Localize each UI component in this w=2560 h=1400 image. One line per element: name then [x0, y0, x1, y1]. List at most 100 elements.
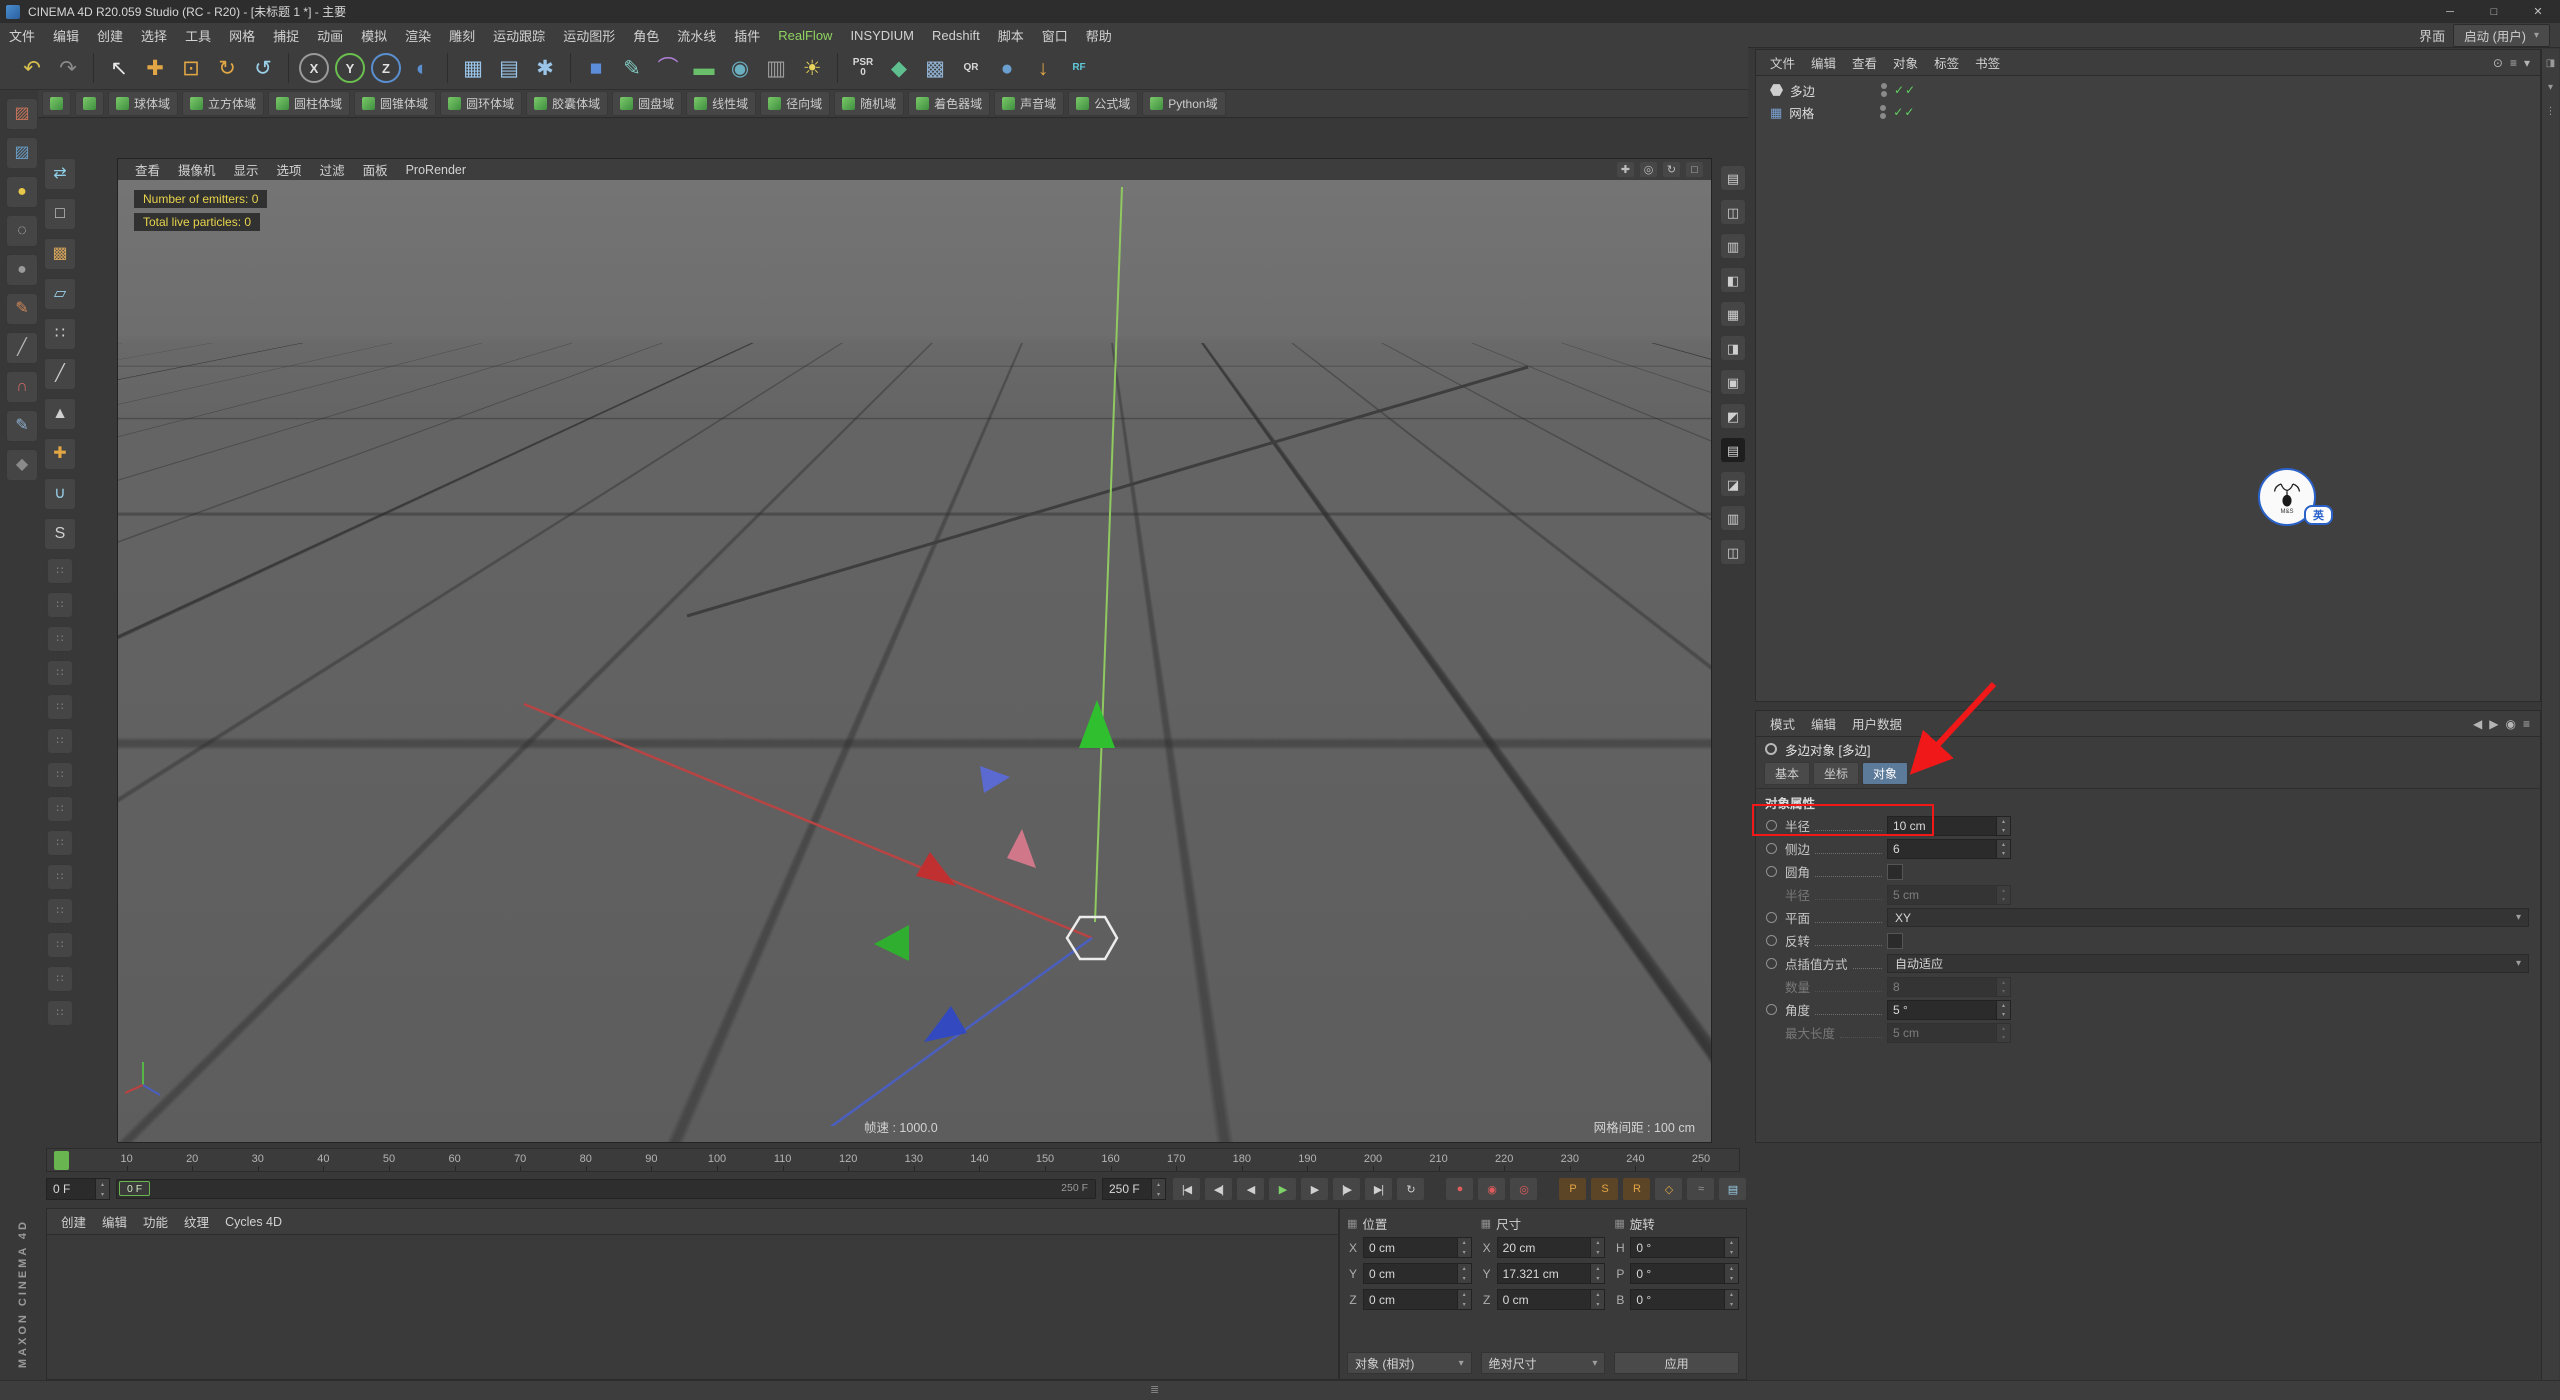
record-rotation-toggle[interactable]: R — [1622, 1177, 1651, 1201]
light-icon[interactable]: ☀ — [794, 50, 830, 86]
edge-tab-icon-2[interactable]: ▾ — [2544, 81, 2558, 95]
stepper-up-icon[interactable]: ▴ — [1591, 1264, 1605, 1274]
right-dock-icon-3[interactable]: ▥ — [1720, 233, 1746, 259]
field-button-sound[interactable]: 声音域 — [994, 91, 1065, 116]
minimize-button[interactable]: ─ — [2428, 0, 2472, 23]
am-menu-item-1[interactable]: 模式 — [1762, 713, 1803, 734]
stepper-up-icon[interactable]: ▴ — [1725, 1290, 1739, 1300]
palette-slot-7[interactable]: ∷ — [47, 762, 73, 788]
scale-tool-icon[interactable]: ⊡ — [173, 50, 209, 86]
om-menu-item-6[interactable]: 书签 — [1967, 52, 2008, 73]
loop-playback-button[interactable]: ↻ — [1396, 1177, 1425, 1201]
render-view-icon[interactable]: ▦ — [455, 50, 491, 86]
coordinate-system-icon[interactable]: ◐ — [404, 50, 440, 86]
om-filter-icon[interactable]: ≡ — [2510, 56, 2517, 70]
next-frame-button[interactable]: ▶ — [1300, 1177, 1329, 1201]
maximize-button[interactable]: □ — [2472, 0, 2516, 23]
field-button-python[interactable]: Python域 — [1142, 91, 1226, 116]
record-scale-toggle[interactable]: S — [1590, 1177, 1619, 1201]
menu-item-16[interactable]: 插件 — [725, 24, 769, 47]
keyframe-selection-button[interactable]: ◎ — [1509, 1177, 1538, 1201]
stepper-up-icon[interactable]: ▴ — [1997, 839, 2010, 849]
menu-item-11[interactable]: 雕刻 — [440, 24, 484, 47]
camera-icon[interactable]: ◉ — [722, 50, 758, 86]
right-dock-icon-12[interactable]: ◫ — [1720, 539, 1746, 565]
rotation-h-field[interactable]: 0 ° ▴ ▾ — [1630, 1237, 1740, 1258]
menu-item-10[interactable]: 渲染 — [396, 24, 440, 47]
lock-z-axis-icon[interactable]: Z — [371, 53, 401, 83]
material-menu-item-1[interactable]: 创建 — [53, 1211, 94, 1232]
stepper-up-icon[interactable]: ▴ — [1725, 1238, 1739, 1248]
zoom-view-icon[interactable]: ◎ — [1640, 162, 1657, 177]
enable-check-icon[interactable]: ✓✓ — [1893, 105, 1915, 119]
size-z-field[interactable]: 0 cm ▴ ▾ — [1496, 1289, 1606, 1310]
autokey-button[interactable]: ◉ — [1477, 1177, 1506, 1201]
stepper-down-icon[interactable]: ▾ — [1997, 848, 2010, 858]
stepper[interactable]: ▴ ▾ — [1456, 1264, 1471, 1283]
palette-slot-9[interactable]: ∷ — [47, 830, 73, 856]
rotation-b-field[interactable]: 0 ° ▴ ▾ — [1630, 1289, 1740, 1310]
stepper-down-icon[interactable]: ▾ — [1997, 894, 2010, 904]
stepper-up-icon[interactable]: ▴ — [1997, 816, 2010, 826]
palette-slot-1[interactable]: ∷ — [47, 558, 73, 584]
visibility-dots[interactable] — [1881, 83, 1887, 97]
palette-slot-2[interactable]: ∷ — [47, 592, 73, 618]
stepper[interactable]: ▴ ▾ — [1456, 1290, 1471, 1309]
menu-item-4[interactable]: 选择 — [132, 24, 176, 47]
size-x-field[interactable]: 20 cm ▴ ▾ — [1496, 1237, 1606, 1258]
viewport-menu-item-4[interactable]: 选项 — [268, 159, 311, 180]
am-menu-item-3[interactable]: 用户数据 — [1844, 713, 1910, 734]
visibility-dots[interactable] — [1880, 105, 1887, 119]
emitter-flag-blue[interactable] — [980, 766, 1010, 793]
axis-y-line[interactable] — [1094, 186, 1123, 923]
menu-item-14[interactable]: 角色 — [624, 24, 668, 47]
pan-view-icon[interactable]: ✚ — [1617, 162, 1634, 177]
palette-slot-5[interactable]: ∷ — [47, 694, 73, 720]
menu-item-6[interactable]: 网格 — [220, 24, 264, 47]
stepper-up-icon[interactable]: ▴ — [1457, 1238, 1471, 1248]
psr-badge[interactable]: PSR 0 — [845, 50, 881, 86]
edges-mode-icon[interactable]: ╱ — [44, 358, 76, 390]
goto-start-button[interactable]: |◀ — [1172, 1177, 1201, 1201]
palette-sphere-yellow-icon[interactable]: ● — [6, 176, 38, 208]
orbit-view-icon[interactable]: ↻ — [1663, 162, 1680, 177]
stepper[interactable]: ▴ ▾ — [1996, 816, 2010, 835]
attr-intermediate-points-select[interactable]: 自动适应 ▾ — [1887, 954, 2529, 973]
field-button-capsule[interactable]: 胶囊体域 — [526, 91, 609, 116]
stepper-up-icon[interactable]: ▴ — [1591, 1238, 1605, 1248]
attr-reverse-checkbox[interactable] — [1887, 932, 1903, 949]
deformer-icon[interactable]: ⌒ — [650, 50, 686, 86]
display-icon[interactable]: ▥ — [758, 50, 794, 86]
animation-dot[interactable] — [1766, 820, 1777, 831]
field-button-linear[interactable]: 线性域 — [686, 91, 757, 116]
stepper-down-icon[interactable]: ▾ — [1152, 1189, 1165, 1199]
menu-item-8[interactable]: 动画 — [308, 24, 352, 47]
field-button-layer[interactable] — [75, 91, 104, 116]
viewport-menu-item-1[interactable]: 查看 — [126, 159, 169, 180]
enable-axis-icon[interactable]: ✚ — [44, 438, 76, 470]
current-frame-handle[interactable]: 0 F — [119, 1181, 151, 1196]
floor-icon[interactable]: ▬ — [686, 50, 722, 86]
stepper-down-icon[interactable]: ▾ — [1997, 986, 2010, 996]
right-dock-icon-5[interactable]: ▦ — [1720, 301, 1746, 327]
live-selection-icon[interactable]: ↖ — [101, 50, 137, 86]
record-position-toggle[interactable]: P — [1558, 1177, 1587, 1201]
timeline-slider[interactable]: 0 F 250 F — [116, 1179, 1096, 1199]
palette-magnet-icon[interactable]: ∩ — [6, 371, 38, 403]
stepper-up-icon[interactable]: ▴ — [1725, 1264, 1739, 1274]
right-dock-icon-1[interactable]: ▤ — [1720, 165, 1746, 191]
palette-slot-4[interactable]: ∷ — [47, 660, 73, 686]
palette-sphere-gray-icon[interactable]: ● — [6, 254, 38, 286]
stepper[interactable]: ▴ ▾ — [1996, 977, 2010, 996]
menu-item-2[interactable]: 编辑 — [44, 24, 88, 47]
record-parameter-toggle[interactable]: ◇ — [1654, 1177, 1683, 1201]
stepper-up-icon[interactable]: ▴ — [1152, 1179, 1165, 1189]
play-button[interactable]: ▶ — [1268, 1177, 1297, 1201]
stepper-down-icon[interactable]: ▾ — [1725, 1299, 1739, 1309]
stepper[interactable]: ▴ ▾ — [95, 1179, 109, 1199]
stepper[interactable]: ▴ ▾ — [1590, 1290, 1605, 1309]
om-menu-item-3[interactable]: 查看 — [1844, 52, 1885, 73]
menu-item-19[interactable]: Redshift — [923, 26, 989, 45]
snap-icon[interactable]: ∪ — [44, 478, 76, 510]
material-menu-item-4[interactable]: 纹理 — [176, 1211, 217, 1232]
